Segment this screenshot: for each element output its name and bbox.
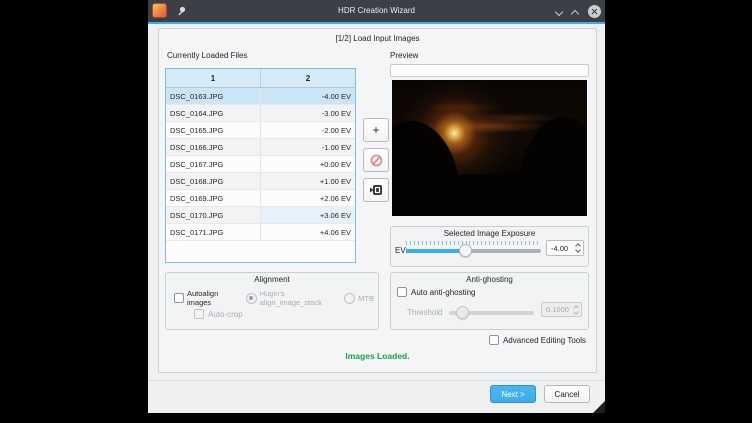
table-row[interactable]: DSC_0164.JPG -3.00 EV bbox=[166, 105, 355, 122]
alignment-group: Alignment Autoalign images Hugin's align… bbox=[165, 272, 379, 330]
file-name[interactable]: DSC_0169.JPG bbox=[166, 190, 261, 206]
prohibition-icon bbox=[370, 154, 383, 167]
threshold-slider bbox=[449, 303, 534, 319]
table-row[interactable]: DSC_0171.JPG +4.06 EV bbox=[166, 224, 355, 241]
file-name[interactable]: DSC_0170.JPG bbox=[166, 207, 261, 223]
file-ev[interactable]: +1.00 EV bbox=[261, 173, 355, 189]
alignment-group-title: Alignment bbox=[166, 275, 378, 284]
mtb-radio bbox=[344, 293, 355, 304]
hugin-label: Hugin's align_image_stack bbox=[260, 289, 338, 307]
accent-line bbox=[148, 22, 605, 24]
resize-grip[interactable] bbox=[593, 401, 605, 413]
file-ev[interactable]: -1.00 EV bbox=[261, 139, 355, 155]
spin-down-icon bbox=[573, 309, 579, 315]
slider-ticks-active bbox=[406, 241, 469, 245]
threshold-spinbox: 0.1000 bbox=[541, 302, 582, 317]
hdr-wizard-window: HDR Creation Wizard [1/2] Load Input Ima… bbox=[148, 0, 605, 413]
file-ev[interactable]: +0.00 EV bbox=[261, 156, 355, 172]
file-name[interactable]: DSC_0163.JPG bbox=[166, 88, 261, 104]
antighosting-group-title: Anti-ghosting bbox=[391, 275, 588, 284]
status-message: Images Loaded. bbox=[159, 351, 596, 361]
page-title: [1/2] Load Input Images bbox=[159, 34, 596, 43]
exposure-value: -4.00 bbox=[547, 244, 572, 253]
file-name[interactable]: DSC_0168.JPG bbox=[166, 173, 261, 189]
plus-icon: + bbox=[372, 124, 379, 136]
loaded-files-table[interactable]: 1 2 DSC_0163.JPG -4.00 EV DSC_0164.JPG -… bbox=[165, 68, 356, 263]
slider-thumb[interactable] bbox=[459, 244, 472, 257]
column-header-1[interactable]: 1 bbox=[166, 69, 261, 87]
exposure-slider[interactable] bbox=[406, 241, 541, 257]
table-row[interactable]: DSC_0168.JPG +1.00 EV bbox=[166, 173, 355, 190]
threshold-value: 0.1000 bbox=[542, 305, 570, 314]
preview-progress-bar bbox=[390, 64, 589, 77]
loaded-files-label: Currently Loaded Files bbox=[167, 51, 247, 60]
window-title: HDR Creation Wizard bbox=[148, 0, 605, 22]
exposure-group: Selected Image Exposure EV: -4.00 bbox=[390, 226, 589, 267]
silhouette-ground bbox=[392, 174, 587, 216]
file-ev[interactable]: -4.00 EV bbox=[261, 88, 355, 104]
autocrop-label: Auto-crop bbox=[208, 310, 243, 319]
clear-list-icon bbox=[369, 184, 383, 196]
advanced-tools-label: Advanced Editing Tools bbox=[503, 336, 586, 345]
file-name[interactable]: DSC_0166.JPG bbox=[166, 139, 261, 155]
mtb-label: MTB bbox=[358, 294, 374, 303]
remove-image-button[interactable] bbox=[363, 148, 389, 172]
spin-down-icon[interactable] bbox=[575, 247, 581, 253]
maximize-icon[interactable] bbox=[572, 8, 579, 15]
file-ev[interactable]: +2.06 EV bbox=[261, 190, 355, 206]
table-row[interactable]: DSC_0166.JPG -1.00 EV bbox=[166, 139, 355, 156]
autocrop-checkbox bbox=[194, 309, 204, 319]
advanced-tools-checkbox[interactable] bbox=[489, 335, 499, 345]
table-row[interactable]: DSC_0167.JPG +0.00 EV bbox=[166, 156, 355, 173]
file-name[interactable]: DSC_0165.JPG bbox=[166, 122, 261, 138]
wizard-page: [1/2] Load Input Images Currently Loaded… bbox=[158, 28, 597, 373]
column-header-2[interactable]: 2 bbox=[261, 69, 355, 87]
slider-ticks bbox=[469, 241, 541, 245]
threshold-label: Threshold bbox=[407, 308, 443, 317]
exposure-spinbox[interactable]: -4.00 bbox=[546, 240, 584, 256]
auto-antighosting-checkbox[interactable] bbox=[397, 287, 407, 297]
threshold-thumb bbox=[456, 306, 469, 319]
file-ev[interactable]: -2.00 EV bbox=[261, 122, 355, 138]
file-name[interactable]: DSC_0171.JPG bbox=[166, 224, 261, 240]
file-name[interactable]: DSC_0167.JPG bbox=[166, 156, 261, 172]
file-ev[interactable]: +4.06 EV bbox=[261, 224, 355, 240]
table-row[interactable]: DSC_0170.JPG +3.06 EV bbox=[166, 207, 355, 224]
autoalign-label: Autoalign images bbox=[187, 289, 238, 307]
table-row[interactable]: DSC_0169.JPG +2.06 EV bbox=[166, 190, 355, 207]
add-image-button[interactable]: + bbox=[363, 118, 389, 142]
minimize-icon[interactable] bbox=[556, 8, 563, 15]
titlebar[interactable]: HDR Creation Wizard bbox=[148, 0, 605, 22]
auto-antighosting-label: Auto anti-ghosting bbox=[411, 288, 476, 297]
close-icon[interactable] bbox=[588, 5, 601, 18]
table-row[interactable]: DSC_0165.JPG -2.00 EV bbox=[166, 122, 355, 139]
cancel-button[interactable]: Cancel bbox=[544, 385, 590, 403]
table-row[interactable]: DSC_0163.JPG -4.00 EV bbox=[166, 88, 355, 105]
footer-separator bbox=[148, 380, 605, 381]
file-ev[interactable]: -3.00 EV bbox=[261, 105, 355, 121]
exposure-group-title: Selected Image Exposure bbox=[391, 229, 588, 238]
antighosting-group: Anti-ghosting Auto anti-ghosting Thresho… bbox=[390, 272, 589, 330]
table-header: 1 2 bbox=[166, 69, 355, 88]
slider-groove[interactable] bbox=[406, 249, 541, 253]
autoalign-checkbox[interactable] bbox=[174, 293, 184, 303]
file-ev[interactable]: +3.06 EV bbox=[261, 207, 355, 223]
file-name[interactable]: DSC_0164.JPG bbox=[166, 105, 261, 121]
next-button[interactable]: Next > bbox=[490, 385, 536, 403]
clear-list-button[interactable] bbox=[363, 178, 389, 202]
preview-image bbox=[392, 80, 587, 216]
preview-label: Preview bbox=[390, 51, 418, 60]
hugin-radio bbox=[246, 293, 257, 304]
